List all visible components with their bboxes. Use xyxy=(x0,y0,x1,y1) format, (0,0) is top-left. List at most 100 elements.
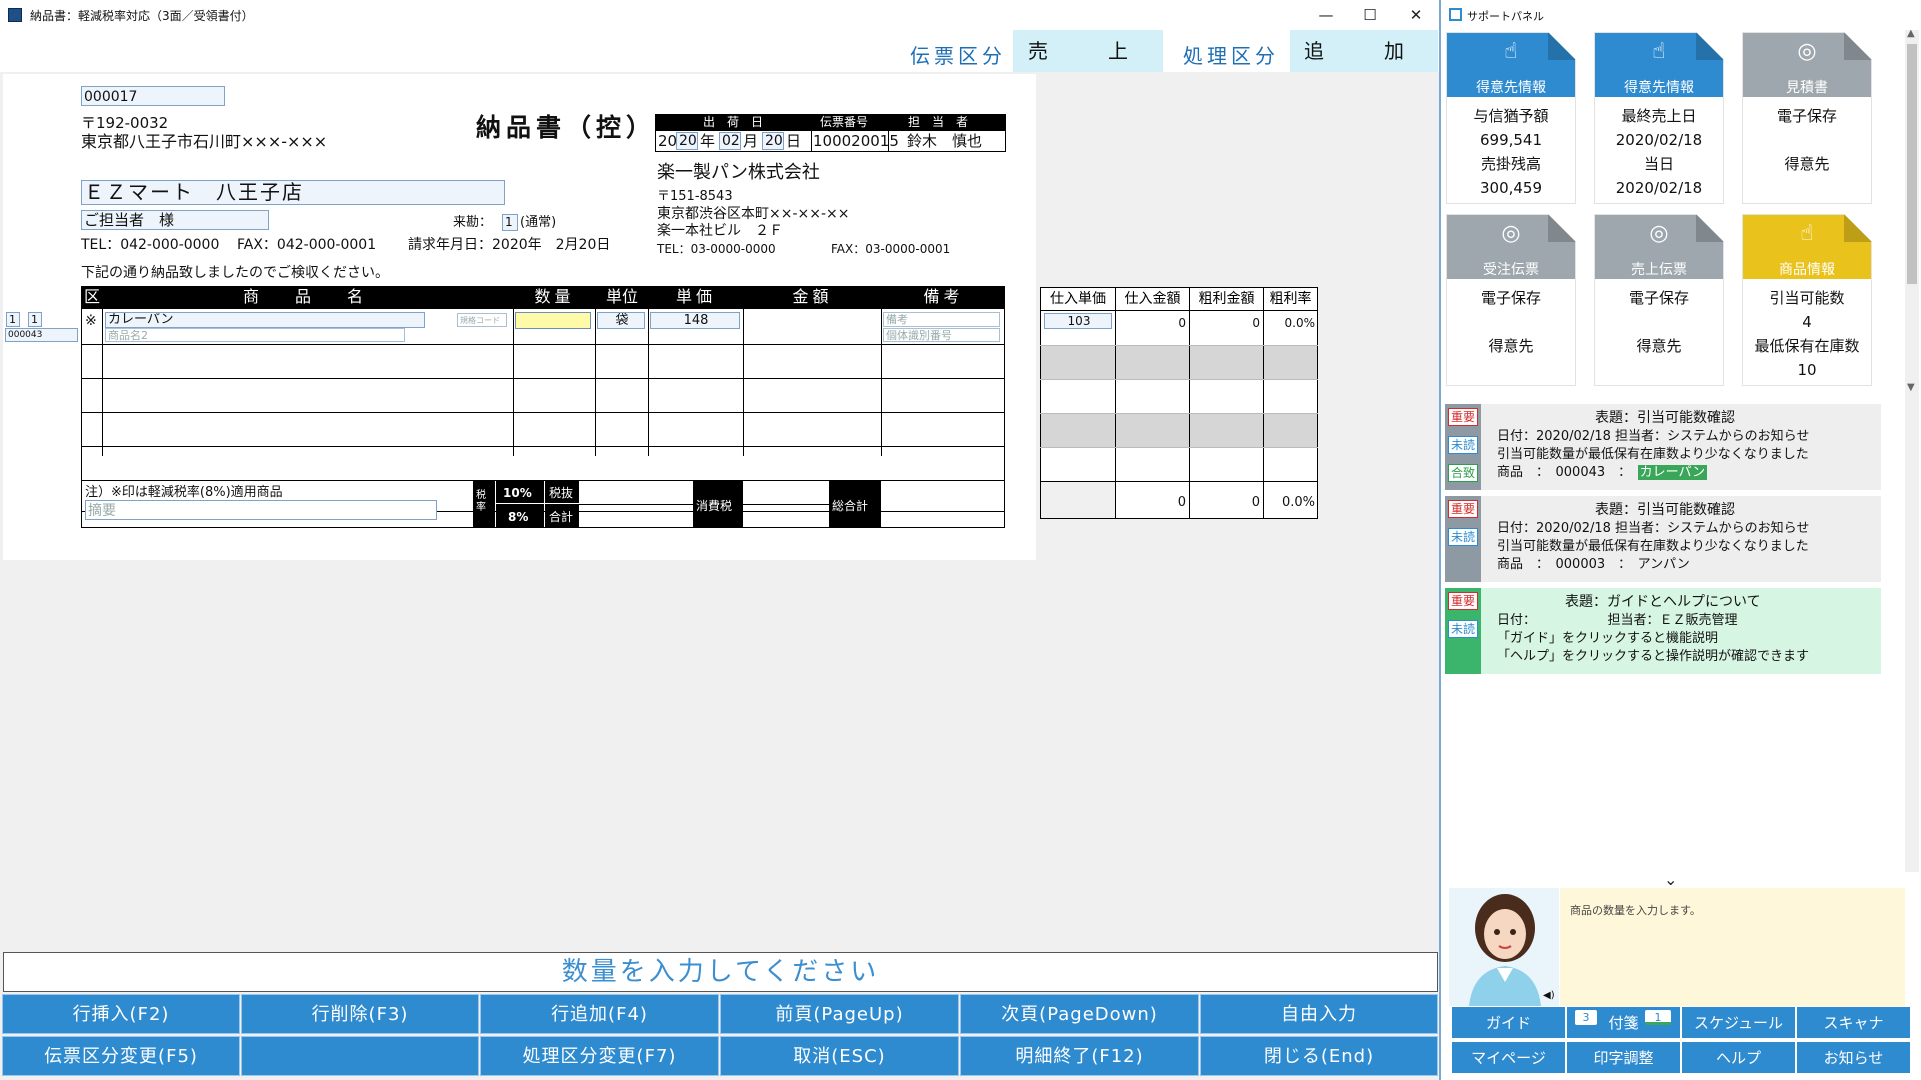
staff-name: 鈴木 慎也 xyxy=(907,132,983,150)
header-product: 商 品 名 xyxy=(103,286,513,308)
header-kubun: 区 xyxy=(82,286,102,308)
year-unit: 年 xyxy=(700,132,716,150)
date-day-field[interactable]: 20 xyxy=(762,132,784,150)
card-estimate[interactable]: ◎ 見積書 電子保存 得意先 xyxy=(1742,32,1872,204)
panel-title: サポートパネル xyxy=(1467,10,1544,23)
notes-scrollbar[interactable] xyxy=(1905,400,1919,872)
guide-button[interactable]: ガイド xyxy=(1451,1006,1566,1039)
insert-row-button[interactable]: 行挿入(F2) xyxy=(2,994,240,1034)
free-input-button[interactable]: 自由入力 xyxy=(1200,994,1438,1034)
schedule-button[interactable]: スケジュール xyxy=(1681,1006,1796,1039)
row1-product-name2[interactable]: 商品名2 xyxy=(105,328,405,342)
note-item[interactable]: 重要 未読 合致 表題：引当可能数確認 日付：2020/02/18 担当者：シス… xyxy=(1445,404,1881,490)
notice-button[interactable]: お知らせ xyxy=(1796,1041,1911,1074)
note-item-text: 商品 ： 000003 ： アンパン xyxy=(1497,557,1690,572)
note-title: 表題：引当可能数確認 xyxy=(1595,502,1735,518)
mypage-button[interactable]: マイページ xyxy=(1451,1041,1566,1074)
note-body: 引当可能数量が最低保有在庫数より少なくなりました xyxy=(1497,447,1809,462)
scanner-button[interactable]: スキャナ xyxy=(1796,1006,1911,1039)
date-month-field[interactable]: 02 xyxy=(719,132,741,150)
change-denpyo-button[interactable]: 伝票区分変更(F5) xyxy=(2,1036,240,1076)
shori-kubun-value[interactable]: 追 加 xyxy=(1290,30,1438,72)
card-title: 見積書 xyxy=(1786,80,1828,96)
maximize-button[interactable]: ☐ xyxy=(1350,3,1390,27)
day-unit: 日 xyxy=(786,132,802,150)
app-icon xyxy=(8,8,22,22)
card-line: 最終売上日 xyxy=(1621,107,1697,125)
month-unit: 月 xyxy=(743,132,759,150)
header-amount: 金額 xyxy=(744,286,881,308)
card-line: 得意先 xyxy=(1784,155,1830,173)
card-customer-credit[interactable]: ☝ 得意先情報 与信猶予額 699,541 売掛残高 300,459 xyxy=(1446,32,1576,204)
assistant-avatar xyxy=(1449,888,1559,1006)
raikin-field[interactable]: 1 xyxy=(502,214,518,231)
date-prefix: 20 xyxy=(658,132,678,150)
add-row-button[interactable]: 行追加(F4) xyxy=(480,994,719,1034)
close-form-button[interactable]: 閉じる(End) xyxy=(1200,1036,1438,1076)
close-button[interactable]: ✕ xyxy=(1396,3,1436,27)
scroll-down-icon[interactable]: ▼ xyxy=(1907,382,1915,393)
contact-field[interactable]: ご担当者 様 xyxy=(81,210,269,230)
row1-unit-field[interactable]: 袋 xyxy=(597,312,645,329)
header-biko: 備考 xyxy=(882,286,1005,308)
ship-date-label: 出 荷 日 xyxy=(703,115,764,129)
date-year-field[interactable]: 20 xyxy=(676,132,698,150)
delivery-slip-window: 納品書：軽減税率対応（3面／受領書付） — ☐ ✕ 伝票区分 売 上 処理区分 … xyxy=(0,0,1441,1080)
row1-biko[interactable]: 備考 xyxy=(883,312,1000,327)
side-field-a[interactable]: 1 xyxy=(6,312,20,327)
customer-name-field[interactable]: ＥＺマート 八王子店 xyxy=(81,180,505,205)
card-line: 電子保存 xyxy=(1480,289,1541,307)
print-adjust-button[interactable]: 印字調整 xyxy=(1566,1041,1681,1074)
card-line: 300,459 xyxy=(1479,179,1543,197)
profit-row1-cost[interactable]: 103 xyxy=(1044,313,1112,329)
side-code-field[interactable]: 000043 xyxy=(5,328,78,342)
denpyo-kubun-value[interactable]: 売 上 xyxy=(1013,30,1163,72)
badge-unread: 未読 xyxy=(1448,436,1478,454)
note-title: 表題：ガイドとヘルプについて xyxy=(1565,594,1761,610)
customer-zip: 〒192-0032 xyxy=(81,114,169,132)
card-sales-slip[interactable]: ◎ 売上伝票 電子保存 得意先 xyxy=(1594,214,1724,386)
minimize-button[interactable]: — xyxy=(1306,3,1346,27)
row1-price-field[interactable]: 148 xyxy=(650,312,740,329)
note-date: 日付：2020/02/18 担当者：システムからのお知らせ xyxy=(1497,429,1810,444)
row1-spec-code[interactable]: 規格コード xyxy=(457,313,507,327)
shori-kubun-label: 処理区分 xyxy=(1183,44,1279,68)
assistant-message: 商品の数量を入力します。 xyxy=(1570,904,1701,917)
row1-qty-field[interactable] xyxy=(515,312,591,329)
slip-no-label: 伝票番号 xyxy=(820,115,869,129)
title-bar: 納品書：軽減税率対応（3面／受領書付） — ☐ ✕ xyxy=(0,0,1439,30)
row1-biko2[interactable]: 個体識別番号 xyxy=(883,328,1000,342)
speaker-icon[interactable]: ◀) xyxy=(1543,990,1555,1001)
panel-icon xyxy=(1449,8,1462,21)
customer-code-field[interactable]: 000017 xyxy=(81,86,225,106)
side-field-b[interactable]: 1 xyxy=(28,312,42,327)
card-order[interactable]: ◎ 受注伝票 電子保存 得意先 xyxy=(1446,214,1576,386)
delete-row-button[interactable]: 行削除(F3) xyxy=(241,994,479,1034)
fusen-badge-right: 1 xyxy=(1645,1010,1671,1025)
support-panel: サポートパネル ☝ 得意先情報 与信猶予額 699,541 売掛残高 300,45… xyxy=(1443,0,1921,1080)
card-customer-sales[interactable]: ☝ 得意先情報 最終売上日 2020/02/18 当日 2020/02/18 xyxy=(1594,32,1724,204)
profit-header-2: 仕入金額 xyxy=(1116,288,1189,311)
slip-number: 100020015 xyxy=(813,132,899,150)
help-button[interactable]: ヘルプ xyxy=(1681,1041,1796,1074)
cancel-button[interactable]: 取消(ESC) xyxy=(720,1036,959,1076)
raikin-label: 来勘： xyxy=(453,215,493,230)
change-shori-button[interactable]: 処理区分変更(F7) xyxy=(480,1036,719,1076)
card-line: 電子保存 xyxy=(1628,289,1689,307)
scroll-thumb[interactable] xyxy=(1907,44,1917,284)
next-page-button[interactable]: 次頁(PageDown) xyxy=(960,994,1199,1034)
card-product-info[interactable]: ☝ 商品情報 引当可能数 4 最低保有在庫数 10 xyxy=(1742,214,1872,386)
end-detail-button[interactable]: 明細終了(F12) xyxy=(960,1036,1199,1076)
prev-page-button[interactable]: 前頁(PageUp) xyxy=(720,994,959,1034)
panel-scrollbar[interactable] xyxy=(1905,30,1919,408)
row1-product-field[interactable]: カレーパン xyxy=(105,312,425,328)
profit-total-rate: 0.0% xyxy=(1281,495,1315,510)
assistant-icon xyxy=(1469,894,1541,1006)
scroll-up-icon[interactable]: ▲ xyxy=(1907,28,1915,39)
assistant-bubble: 商品の数量を入力します。 xyxy=(1560,888,1905,1006)
note-item[interactable]: 重要 未読 表題：引当可能数確認 日付：2020/02/18 担当者：システムか… xyxy=(1445,496,1881,582)
card-title: 得意先情報 xyxy=(1624,80,1694,96)
note-item[interactable]: 重要 未読 表題：ガイドとヘルプについて 日付： 担当者：ＥＺ販売管理 「ガイド… xyxy=(1445,588,1881,674)
profit-header-4: 粗利率 xyxy=(1264,288,1317,311)
card-line: 与信猶予額 xyxy=(1473,107,1549,125)
